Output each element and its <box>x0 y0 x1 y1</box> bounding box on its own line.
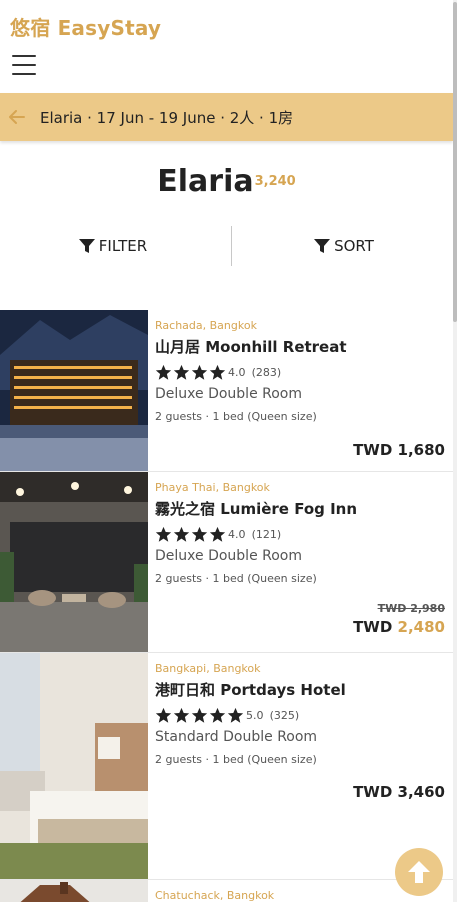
hotel-card[interactable]: Rachada, Bangkok 山月居 Moonhill Retreat 4.… <box>0 310 453 472</box>
hotel-location: Chatuchack, Bangkok <box>155 889 275 902</box>
star-icon <box>191 707 208 723</box>
search-summary-bar[interactable]: Elaria · 17 Jun - 19 June · 2人 · 1房 <box>0 93 453 141</box>
funnel-icon <box>78 239 95 253</box>
hotel-photo <box>0 472 148 652</box>
scrollbar-thumb[interactable] <box>453 2 457 322</box>
back-arrow-icon[interactable] <box>9 110 25 124</box>
guest-info: 2 guests · 1 bed (Queen size) <box>155 753 317 766</box>
sale-price-amount: 2,480 <box>397 618 445 636</box>
rating: 4.0 (121) <box>155 525 445 543</box>
rating: 4.0 (283) <box>155 363 445 381</box>
hotel-name[interactable]: 山月居 Moonhill Retreat <box>155 336 445 357</box>
star-icon <box>191 526 208 542</box>
search-summary-text: Elaria · 17 Jun - 19 June · 2人 · 1房 <box>40 108 294 127</box>
review-count: (121) <box>251 527 282 541</box>
star-icon <box>155 364 172 380</box>
star-icon <box>173 526 190 542</box>
hotel-card[interactable]: Chatuchack, Bangkok <box>0 880 453 902</box>
star-icon <box>209 364 226 380</box>
hotel-photo <box>0 310 148 471</box>
sort-label: SORT <box>334 237 374 255</box>
price-block: TWD 3,460 <box>353 783 445 801</box>
star-icon <box>209 526 226 542</box>
results-header: Elaria3,240 <box>0 164 453 199</box>
arrow-up-icon <box>408 861 430 883</box>
top-bar: 悠宿 EasyStay <box>0 0 453 93</box>
star-icon <box>191 364 208 380</box>
price: TWD 3,460 <box>353 783 445 801</box>
rating-score: 4.0 <box>228 365 246 379</box>
star-icon <box>227 707 244 723</box>
filter-button[interactable]: FILTER <box>0 226 226 266</box>
hotel-name[interactable]: 港町日和 Portdays Hotel <box>155 679 445 700</box>
price: TWD 2,480 <box>353 618 445 636</box>
star-icon <box>155 707 172 723</box>
hotel-location: Rachada, Bangkok <box>155 319 257 332</box>
star-icon <box>209 707 226 723</box>
hotel-photo <box>0 653 148 879</box>
review-count: (325) <box>269 708 300 722</box>
hotel-info: Phaya Thai, Bangkok 霧光之宿 Lumière Fog Inn… <box>155 472 445 585</box>
brand-logo[interactable]: 悠宿 EasyStay <box>10 12 161 41</box>
room-type: Deluxe Double Room <box>155 548 302 564</box>
star-icon <box>173 707 190 723</box>
original-price: TWD 2,980 <box>377 602 445 615</box>
price-amount: 1,680 <box>397 441 445 459</box>
hotel-info: Rachada, Bangkok 山月居 Moonhill Retreat 4.… <box>155 310 445 423</box>
price-block: TWD 2,980 TWD 2,480 <box>353 602 445 636</box>
room-type: Deluxe Double Room <box>155 386 302 402</box>
hotel-card[interactable]: Bangkapi, Bangkok 港町日和 Portdays Hotel 5.… <box>0 653 453 880</box>
rating: 5.0 (325) <box>155 706 445 724</box>
hotel-photo <box>0 880 148 902</box>
page-title: Elaria <box>157 164 254 199</box>
guest-info: 2 guests · 1 bed (Queen size) <box>155 572 317 585</box>
hotel-location: Phaya Thai, Bangkok <box>155 481 270 494</box>
scrollbar[interactable] <box>453 0 457 902</box>
review-count: (283) <box>251 365 282 379</box>
guest-info: 2 guests · 1 bed (Queen size) <box>155 410 317 423</box>
hamburger-menu-icon[interactable] <box>12 55 36 75</box>
hotel-info: Bangkapi, Bangkok 港町日和 Portdays Hotel 5.… <box>155 653 445 766</box>
filter-label: FILTER <box>98 237 148 255</box>
price-amount: 3,460 <box>397 783 445 801</box>
room-type: Standard Double Room <box>155 729 318 745</box>
hotel-location: Bangkapi, Bangkok <box>155 662 261 675</box>
rating-score: 4.0 <box>228 527 246 541</box>
sort-button[interactable]: SORT <box>231 226 457 266</box>
hotel-list: Rachada, Bangkok 山月居 Moonhill Retreat 4.… <box>0 310 453 902</box>
funnel-icon <box>314 239 331 253</box>
price-block: TWD 1,680 <box>353 441 445 459</box>
hotel-name[interactable]: 霧光之宿 Lumière Fog Inn <box>155 498 445 519</box>
hotel-card[interactable]: Phaya Thai, Bangkok 霧光之宿 Lumière Fog Inn… <box>0 472 453 653</box>
rating-score: 5.0 <box>246 708 264 722</box>
price: TWD 1,680 <box>353 441 445 459</box>
scroll-to-top-button[interactable] <box>395 848 443 896</box>
filter-sort-bar: FILTER SORT <box>0 226 453 266</box>
star-icon <box>155 526 172 542</box>
star-icon <box>173 364 190 380</box>
result-count: 3,240 <box>254 173 296 189</box>
